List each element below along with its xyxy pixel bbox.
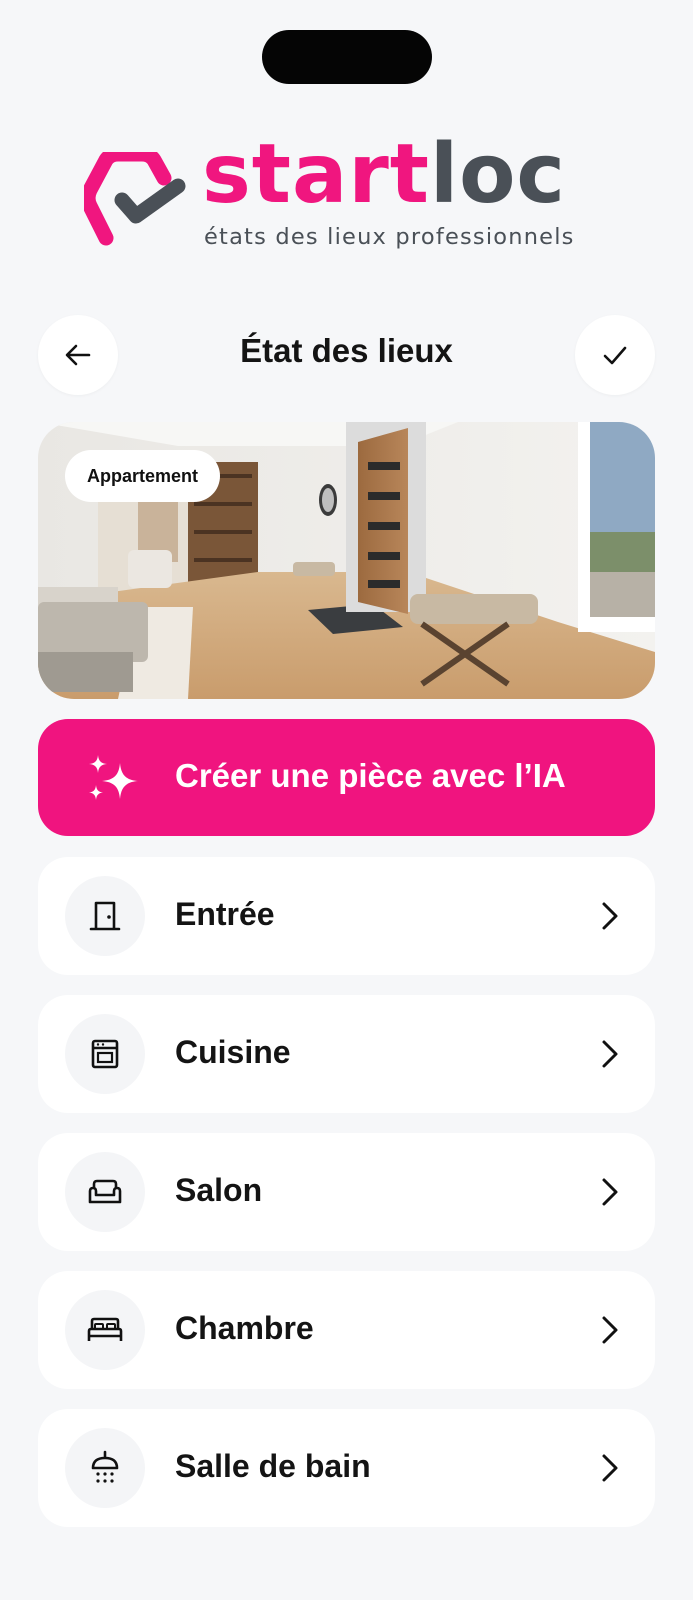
chevron-right-icon xyxy=(602,902,618,930)
room-item-cuisine[interactable]: Cuisine xyxy=(38,995,655,1113)
room-label: Salon xyxy=(175,1172,263,1208)
room-item-salle-de-bain[interactable]: Salle de bain xyxy=(38,1409,655,1527)
property-photo: Appartement xyxy=(38,422,655,699)
room-label: Salle de bain xyxy=(175,1448,371,1484)
dynamic-island xyxy=(262,30,432,84)
chevron-right-icon xyxy=(602,1040,618,1068)
brand-wordmark: startloc xyxy=(202,134,566,216)
room-icon-container xyxy=(65,1014,145,1094)
sparkles-icon xyxy=(89,755,138,800)
chevron-right-icon xyxy=(602,1454,618,1482)
create-room-ai-label: Créer une pièce avec l’IA xyxy=(175,757,566,794)
sofa-icon xyxy=(88,1179,122,1204)
brand-logo: startloc états des lieux professionnels xyxy=(84,134,614,258)
room-icon-container xyxy=(65,1428,145,1508)
property-type-badge: Appartement xyxy=(65,450,221,502)
room-icon-container xyxy=(65,876,145,956)
room-icon-container xyxy=(65,1290,145,1370)
room-icon-container xyxy=(65,1152,145,1232)
chevron-right-icon xyxy=(602,1316,618,1344)
logo-mark-icon xyxy=(84,152,186,246)
room-label: Chambre xyxy=(175,1310,314,1346)
room-item-entree[interactable]: Entrée xyxy=(38,857,655,975)
door-icon xyxy=(89,901,121,931)
room-label: Cuisine xyxy=(175,1034,291,1070)
chevron-right-icon xyxy=(602,1178,618,1206)
room-label: Entrée xyxy=(175,896,275,932)
brand-name-part2: loc xyxy=(429,127,567,222)
room-item-chambre[interactable]: Chambre xyxy=(38,1271,655,1389)
oven-icon xyxy=(91,1039,119,1069)
checkmark-icon xyxy=(603,346,627,365)
confirm-button[interactable] xyxy=(575,315,655,395)
room-item-salon[interactable]: Salon xyxy=(38,1133,655,1251)
brand-tagline: états des lieux professionnels xyxy=(204,224,575,250)
brand-name-part1: start xyxy=(202,127,430,222)
bed-icon xyxy=(87,1317,123,1341)
shower-icon xyxy=(91,1450,119,1483)
create-room-ai-button[interactable]: Créer une pièce avec l’IA xyxy=(38,719,655,836)
